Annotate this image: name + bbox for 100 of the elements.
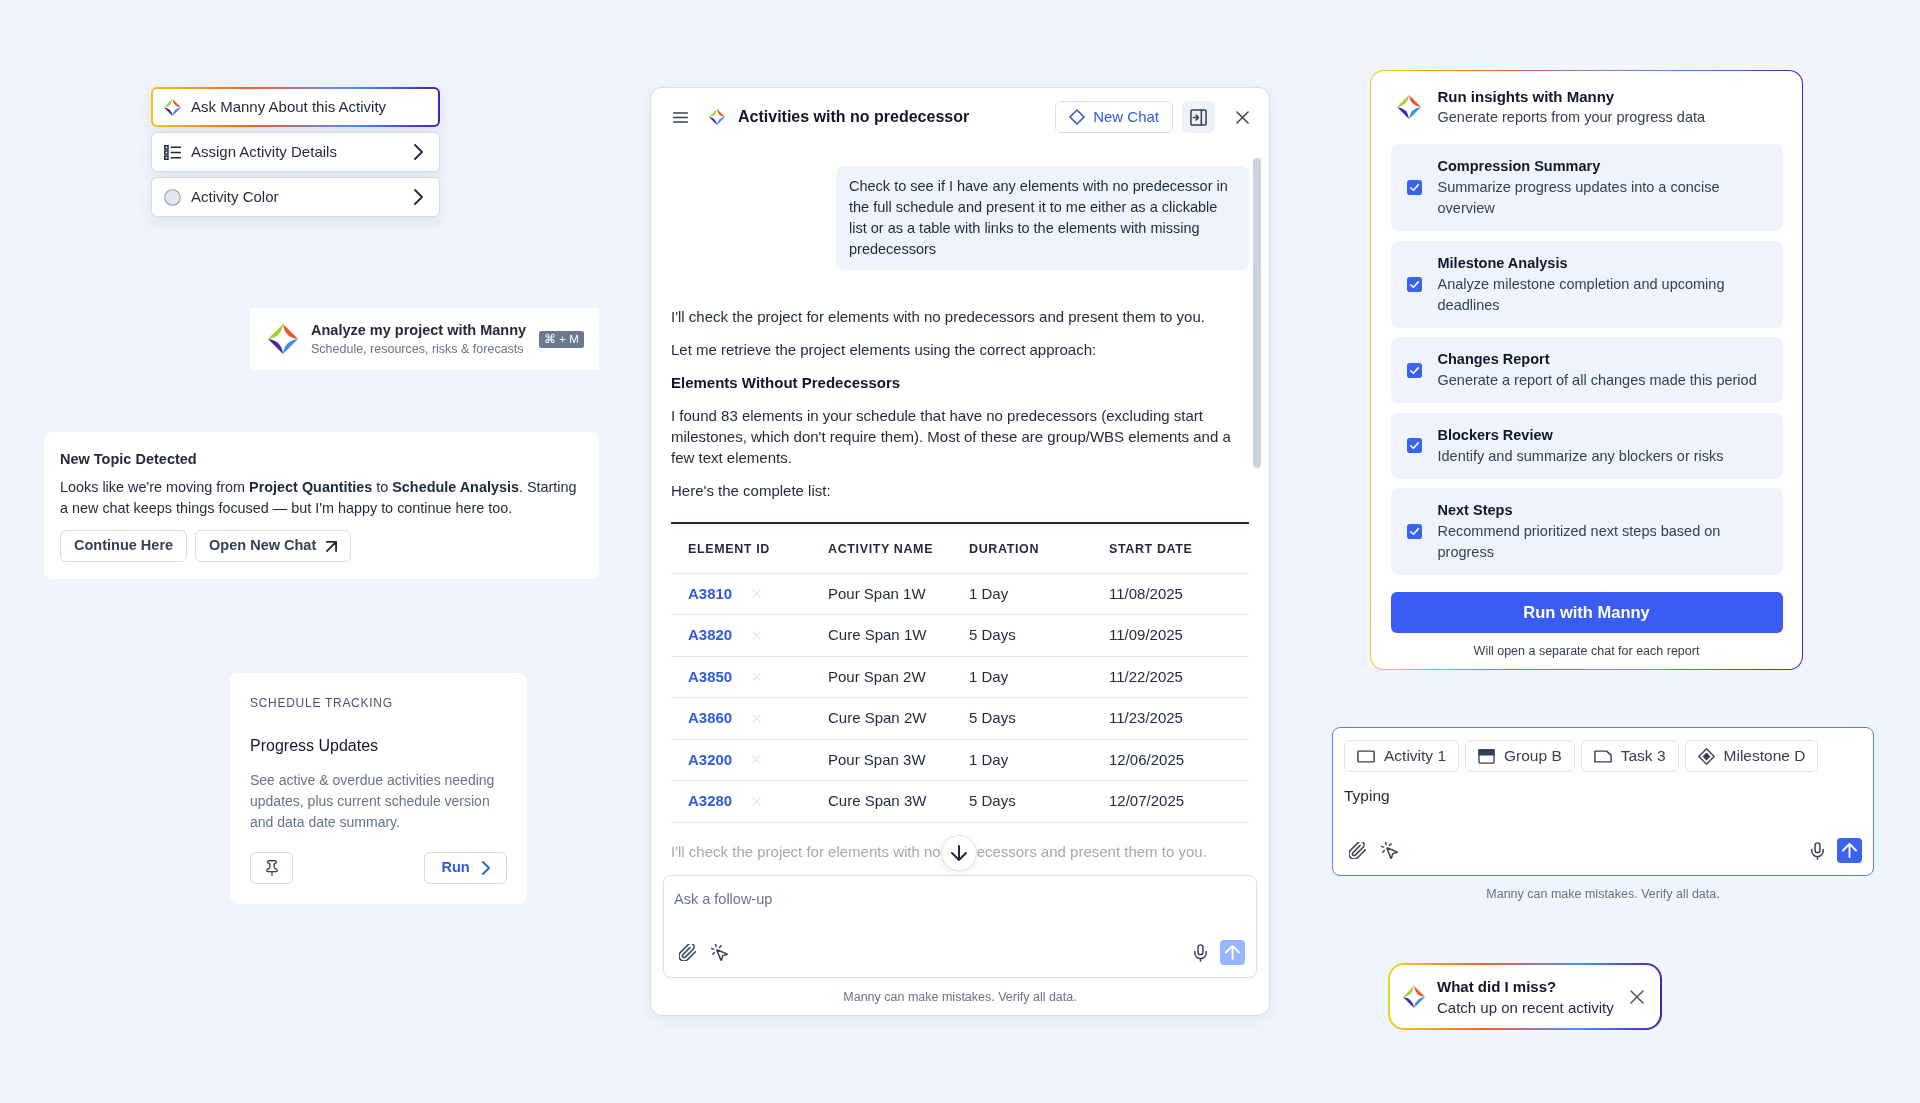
manny-logo-icon [164, 98, 181, 116]
scroll-down-button[interactable] [940, 834, 977, 871]
checkbox[interactable] [1406, 180, 1422, 195]
run-button[interactable]: Run [424, 852, 507, 884]
option-title: Next Steps [1437, 501, 1513, 520]
attach-button[interactable] [678, 943, 696, 962]
response-text: Here's the complete list: [671, 481, 832, 501]
table-cell: Cure Span 2W [828, 709, 927, 727]
report-option[interactable]: Next Steps Recommend prioritized next steps based on progress [1390, 488, 1783, 575]
table-cell: Pour Span 1W [828, 584, 926, 602]
element-link[interactable]: A3860 [688, 707, 733, 730]
table-cell: 12/07/2025 [1109, 792, 1185, 810]
chevron-right-icon [414, 144, 423, 160]
pin-button[interactable] [250, 852, 293, 884]
table-cell: 11/09/2025 [1109, 626, 1183, 644]
context-chip[interactable]: Activity 1 [1344, 740, 1459, 772]
disclaimer-text: Manny can make mistakes. Verify all data. [842, 989, 1078, 1005]
manny-logo-icon [1403, 985, 1425, 1008]
send-button[interactable] [1837, 838, 1862, 863]
notice-title: New Topic Detected [60, 450, 198, 469]
group-box-icon [1478, 748, 1495, 764]
checkbox[interactable] [1406, 362, 1422, 378]
microphone-icon [1193, 943, 1207, 962]
chevron-right-icon [481, 861, 490, 875]
run-with-manny-button[interactable]: Run with Manny [1390, 592, 1783, 633]
panel-subtitle: Generate reports from your progress data [1437, 108, 1706, 127]
paperclip-icon [678, 944, 696, 961]
panel-title: Run insights with Manny [1437, 87, 1615, 107]
option-description: Summarize progress updates into a concise overview [1437, 178, 1721, 218]
report-option[interactable]: Compression Summary Summarize progress updates into a concise overview [1390, 144, 1783, 231]
notice-button[interactable]: Open New Chat [195, 530, 352, 562]
table-cell: 12/06/2025 [1109, 750, 1185, 768]
disclaimer-text: Manny can make mistakes. Verify all data. [1485, 886, 1721, 902]
option-description: Recommend prioritized next steps based on progress [1437, 522, 1722, 562]
checkbox[interactable] [1406, 276, 1422, 292]
scrollbar[interactable] [1253, 158, 1261, 468]
table-cell: 1 Day [969, 667, 1009, 685]
close-icon [1630, 989, 1644, 1004]
close-button[interactable] [1234, 109, 1250, 125]
select-element-button[interactable] [710, 943, 728, 962]
faded-text: I'll check the project for elements with no [671, 842, 941, 863]
report-option[interactable]: Milestone Analysis Analyze milestone completion and upcoming deadlines [1390, 240, 1783, 328]
report-option[interactable]: Blockers Review Identify and summarize any blockers or risks [1390, 412, 1783, 479]
table-cell: 11/22/2025 [1109, 667, 1183, 685]
context-chip[interactable]: Milestone D [1684, 740, 1819, 772]
table-cell: Cure Span 3W [828, 792, 927, 810]
table-cell: 5 Days [969, 709, 1016, 727]
option-description: Identify and summarize any blockers or risks [1437, 446, 1724, 466]
microphone-button[interactable] [1192, 942, 1208, 963]
option-title: Compression Summary [1437, 157, 1601, 176]
menu-item[interactable]: Activity Color [151, 177, 440, 217]
cursor-click-icon [1380, 842, 1398, 859]
response-text: Let me retrieve the project elements using the correct approach: [671, 340, 1098, 360]
pin-icon [265, 860, 278, 876]
context-chip[interactable]: Task 3 [1580, 740, 1679, 772]
select-element-button[interactable] [1380, 841, 1398, 860]
table-cell: 1 Day [969, 584, 1009, 602]
table-cell: 11/23/2025 [1109, 709, 1183, 727]
chat-title: Activities with no predecessor [738, 107, 970, 127]
catch-up-card[interactable]: What did I miss? Catch up on recent activity [1388, 963, 1662, 1030]
prompt-subtitle: Schedule, resources, risks & forecasts [311, 341, 525, 358]
element-link[interactable]: A3850 [688, 665, 733, 688]
notice-button[interactable]: Continue Here [60, 530, 188, 562]
table-cell: 5 Days [969, 792, 1016, 810]
checkbox[interactable] [1406, 438, 1422, 453]
element-link[interactable]: A3280 [688, 790, 733, 813]
element-link[interactable]: A3200 [688, 748, 733, 771]
cursor-click-icon [710, 944, 728, 961]
notice-message: Looks like we're moving from Project Quantities to Schedule Analysis. Starting a new chat keeps things focused — but I'm happy to continue here too. [60, 478, 578, 518]
keyboard-shortcut: ⌘ + M [539, 330, 584, 348]
message-input[interactable]: Ask a follow-up [674, 888, 1245, 910]
message-input[interactable]: Typing [1344, 785, 1862, 807]
tag-shape-icon [1593, 749, 1612, 763]
panel-toggle-button[interactable] [1182, 101, 1215, 133]
menu-button[interactable] [672, 109, 688, 125]
manny-logo-icon [268, 324, 298, 354]
column-header: ELEMENT ID [688, 542, 770, 557]
report-option[interactable]: Changes Report Generate a report of all changes made this period [1390, 337, 1783, 403]
analyze-prompt-card[interactable]: Analyze my project with Manny Schedule, resources, risks & forecasts ⌘ + M [250, 308, 599, 370]
prompt-title: Analyze my project with Manny [311, 321, 527, 340]
checkbox[interactable] [1406, 524, 1422, 539]
element-link[interactable]: A3810 [688, 582, 733, 605]
microphone-icon [1810, 841, 1824, 860]
menu-item[interactable]: Assign Activity Details [151, 132, 440, 172]
rectangle-icon [1357, 749, 1375, 763]
menu-icon [672, 111, 688, 123]
manny-logo-icon [1396, 95, 1421, 119]
column-header: DURATION [969, 542, 1040, 557]
context-chip[interactable]: Group B [1465, 740, 1575, 772]
table-cell: 1 Day [969, 750, 1009, 768]
attach-button[interactable] [1348, 841, 1366, 860]
arrow-up-right-icon [326, 540, 338, 552]
microphone-button[interactable] [1809, 840, 1825, 861]
option-title: Milestone Analysis [1437, 253, 1568, 273]
new-chat-button[interactable]: New Chat [1055, 101, 1173, 133]
diamond-icon [1697, 747, 1715, 765]
element-link[interactable]: A3820 [688, 624, 733, 647]
faded-text: ecessors and present them to you. [976, 842, 1207, 863]
close-button[interactable] [1630, 989, 1644, 1004]
user-message: Check to see if I have any elements with no predecessor in the full schedule and present it to me either as a clickable list or as a table with links to the elements with missing predecessors [836, 166, 1249, 270]
